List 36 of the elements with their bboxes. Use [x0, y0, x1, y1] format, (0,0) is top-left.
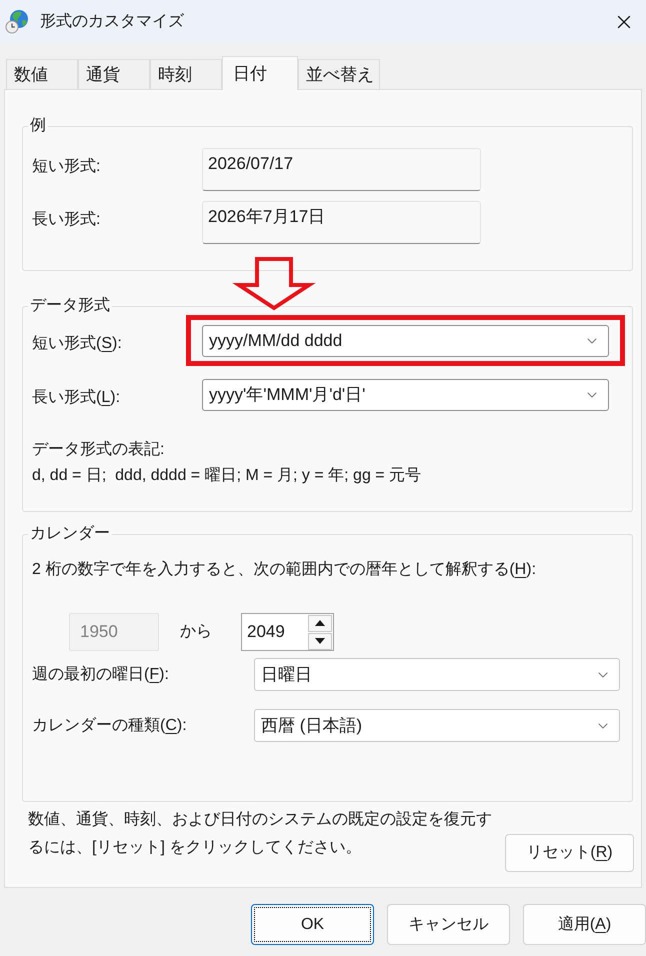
range-text: から [180, 622, 212, 642]
tab[interactable]: 通貨 [78, 59, 150, 89]
sample-field: 2026年7月17日 [202, 201, 481, 244]
globe-clock-icon [5, 9, 29, 34]
dialog-button[interactable]: 適用(A) [523, 904, 646, 945]
dropdown[interactable]: 西暦 (日本語) [254, 709, 620, 742]
field-label: カレンダーの種類(C): [32, 716, 188, 736]
two-digit-year-text: 2 桁の数字で年を入力すると、次の範囲内での暦年として解釈する(H): [32, 560, 538, 580]
window-title: 形式のカスタマイズ [40, 12, 184, 32]
field-label: 週の最初の曜日(F): [32, 664, 170, 684]
tab[interactable]: 並べ替え [298, 59, 380, 89]
up-triangle-icon [315, 620, 325, 626]
notation-title: データ形式の表記: [32, 440, 166, 460]
field-label: 長い形式(L): [32, 388, 122, 408]
tab[interactable]: 時刻 [150, 59, 222, 89]
group-title: カレンダー [29, 524, 111, 544]
reset-hint-text: 数値、通貨、時刻、および日付のシステムの既定の設定を復元するには、[リセット] をクリックしてください。 [28, 810, 493, 858]
dialog-button[interactable]: キャンセル [387, 904, 510, 945]
spin-down-button[interactable] [308, 632, 332, 650]
group-title: 例 [29, 116, 47, 136]
spin-up-button[interactable] [308, 614, 332, 632]
dropdown[interactable]: 日曜日 [254, 658, 620, 691]
dropdown[interactable]: yyyy/MM/dd dddd [202, 325, 609, 357]
down-triangle-icon [315, 638, 325, 644]
dropdown[interactable]: yyyy'年'MMM'月'd'日' [202, 379, 609, 411]
field-label: 短い形式: [32, 156, 102, 177]
notation-text: d, dd = 日; ddd, dddd = 曜日; M = 月; y = 年; gg = 元号 [32, 466, 422, 486]
field-label: 短い形式(S): [32, 334, 123, 354]
sample-field: 2026/07/17 [202, 148, 481, 191]
tab[interactable]: 日付 [222, 56, 298, 90]
group-title: データ形式 [29, 296, 111, 316]
year-spinner[interactable]: 2049 [241, 613, 334, 651]
dialog-button[interactable]: OK [251, 904, 374, 945]
field-label: 長い形式: [32, 210, 102, 230]
tab[interactable]: 数値 [6, 59, 78, 89]
reset-button[interactable]: リセット(R) [505, 834, 634, 872]
